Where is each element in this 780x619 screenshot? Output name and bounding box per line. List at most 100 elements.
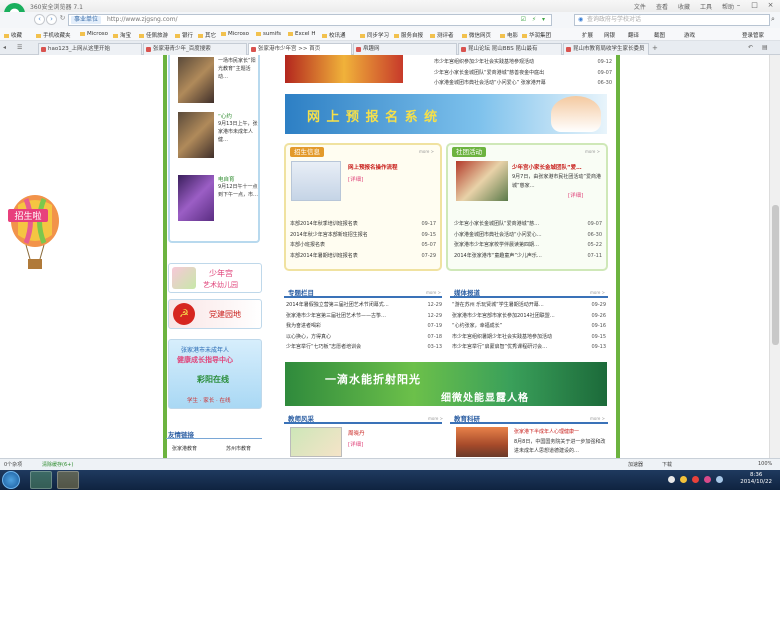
address-bar[interactable]: 事业单位 http://www.zjgsng.com/ ☑ ⚡ ▾ (68, 14, 552, 26)
list-item[interactable]: 我为奋进者喝彩 07-19 (286, 321, 442, 332)
status-download[interactable]: 下载 (662, 461, 672, 468)
list-item-title[interactable]: “心约张家，幸福成长” (452, 321, 502, 332)
status-clear-cache[interactable]: 清除缓存(6+) (42, 461, 73, 468)
recruit-feature-link[interactable]: [详细] (348, 175, 363, 183)
clubs-more-link[interactable]: more > (585, 149, 600, 154)
tray-security-icon[interactable] (692, 476, 699, 483)
list-item-title[interactable]: 本部2014年暑期培训班报名表 (290, 251, 358, 262)
list-item-title[interactable]: 张家港市少年宫部市家长参加2014社团联盟… (452, 311, 555, 322)
forward-icon[interactable]: › (46, 14, 57, 25)
bookmark-item[interactable]: sumifs (256, 31, 281, 37)
news-item[interactable]: 一场市民家长”阳光教育”主题活动… (176, 55, 260, 109)
news-photo[interactable] (178, 112, 214, 158)
list-item[interactable]: 本部小班报名表 05-07 (290, 240, 436, 251)
maximize-icon[interactable]: □ (748, 0, 761, 10)
toolbar-screenshot[interactable]: 截图 (654, 31, 665, 39)
tab-list-icon[interactable]: ☰ (17, 44, 22, 51)
kindergarten-link[interactable]: 少年宫 艺术幼儿园 (168, 263, 262, 293)
list-item-title[interactable]: 2014年张家港市“童趣童声”少儿声乐… (454, 251, 542, 262)
friend-link[interactable]: 张家港教育 (172, 445, 197, 452)
tray-volume-icon[interactable] (716, 476, 723, 483)
list-item-title[interactable]: 小家港金城团市典社会活动“小问爱心” 张家港开幕 (434, 78, 546, 89)
clubs-feature-image[interactable] (456, 161, 508, 201)
bookmark-item[interactable]: 华润集团 (522, 31, 551, 39)
list-item-title[interactable]: 以心换心，方得真心 (286, 332, 331, 343)
list-item-title[interactable]: 2014年秋少年宫本部新班招生报名 (290, 230, 368, 241)
bookmark-item[interactable]: 微信网页 (462, 31, 491, 39)
vertical-scrollbar[interactable] (769, 55, 780, 458)
news-item[interactable]: 电自育 9月12日午十一点到下午一点，市… (176, 173, 260, 227)
bookmark-item[interactable]: 淘宝 (113, 31, 131, 39)
bookmark-item[interactable]: 收藏 (4, 31, 22, 39)
search-icon[interactable]: ⌕ (771, 15, 775, 24)
minimize-icon[interactable]: – (732, 0, 745, 10)
list-item[interactable]: 少年宫举行“七巧板”志愿者培训会 03-13 (286, 342, 442, 353)
research-headline[interactable]: 张家港下半成年人心理健康一 (514, 428, 579, 435)
news-photo[interactable] (178, 57, 214, 103)
close-icon[interactable]: × (764, 0, 777, 10)
menu-favorites[interactable]: 收藏 (678, 2, 690, 11)
list-item[interactable]: 少年宫小家长金城团队“爱商港城”慈… 09-07 (454, 219, 602, 230)
bookmark-item[interactable]: 电影 (500, 31, 518, 39)
list-item-title[interactable]: 市少年宫举行“启蒙启智”优秀课程研讨会… (452, 342, 547, 353)
tab-baidu-search[interactable]: 张家港青少年_百度搜索 (143, 43, 247, 55)
list-item[interactable]: “游在苏州 乐玩贤城”学生暑期活动开幕… 09-29 (452, 300, 606, 311)
list-item-title[interactable]: 少年宫小家长金城团队“爱商港城”慈善夜金中庭出 (434, 68, 544, 79)
media-more-link[interactable]: more > (590, 290, 605, 295)
list-item[interactable]: 少年宫小家长金城团队“爱商港城”慈善夜金中庭出 09-07 (434, 68, 612, 79)
tab-boqu[interactable]: 帛趣网 (353, 43, 457, 55)
list-item-title[interactable]: “游在苏州 乐玩贤城”学生暑期活动开幕… (452, 300, 544, 311)
tab-hao123[interactable]: hao123_上网从这里开始 (38, 43, 142, 55)
bookmark-item[interactable]: 其它 (198, 31, 216, 39)
water-slogan-banner[interactable]: 一滴水能折射阳光 细微处能显露人格 (285, 362, 607, 406)
toolbar-netbank[interactable]: 网银 (604, 31, 615, 39)
menu-view[interactable]: 查看 (656, 2, 668, 11)
clubs-feature-link[interactable]: [详细] (568, 191, 583, 199)
list-item[interactable]: 张家港市少年宫部市家长参加2014社团联盟… 09-26 (452, 311, 606, 322)
tab-menu-icon[interactable]: ▤ (762, 44, 768, 51)
scrollbar-thumb[interactable] (772, 205, 779, 345)
research-more-link[interactable]: more > (590, 416, 605, 421)
bookmark-item[interactable]: 同步学习 (360, 31, 389, 39)
menu-file[interactable]: 文件 (634, 2, 646, 11)
url-text[interactable]: http://www.zjgsng.com/ (107, 15, 178, 25)
status-items[interactable]: 0个杂项 (4, 461, 22, 468)
news-item[interactable]: “心约 9月13日上午，张家港市未成年人健… (176, 110, 260, 164)
status-accelerator[interactable]: 加速器 (628, 461, 643, 468)
special-more-link[interactable]: more > (426, 290, 441, 295)
performance-photo[interactable] (285, 55, 403, 83)
taskbar-clock[interactable]: 8:36 2014/10/22 (740, 472, 772, 486)
recruit-more-link[interactable]: more > (419, 149, 434, 154)
tray-app-icon[interactable] (680, 476, 687, 483)
bookmark-item[interactable]: 佳佩旅游 (139, 31, 168, 39)
list-item[interactable]: 2014年暑假独立营第三届社团艺术节闭幕式… 12-29 (286, 300, 442, 311)
taskbar-folder-icon[interactable] (57, 471, 79, 489)
bookmark-item[interactable]: 服务自报 (394, 31, 423, 39)
refresh-icon[interactable]: ↻ (57, 14, 68, 25)
list-item[interactable]: 市少年宫组织参加少年社会实践基地参观活动 09-12 (434, 57, 612, 68)
news-title[interactable]: 电自育 (218, 175, 235, 183)
news-title[interactable]: “心约 (218, 112, 232, 120)
research-photo[interactable] (456, 427, 508, 457)
list-item-title[interactable]: 2014年暑假独立营第三届社团艺术节闭幕式… (286, 300, 389, 311)
party-link[interactable]: ☭ 党建园地 (168, 299, 262, 329)
address-tools-icon[interactable]: ☑ ⚡ ▾ (521, 15, 547, 25)
tab-kunshan-forum[interactable]: 昆山论坛 昆山BBS 昆山最有 (458, 43, 562, 55)
tray-keyboard-icon[interactable] (668, 476, 675, 483)
list-item[interactable]: 张家港市少年宫家校学伴晨读第四期… 05-22 (454, 240, 602, 251)
start-button[interactable] (2, 471, 20, 489)
list-item[interactable]: 小家港金城团市典社会活动“小问爱心… 06-30 (454, 230, 602, 241)
bookmark-item[interactable]: Microso (221, 31, 249, 37)
recruit-feature-image[interactable] (291, 161, 341, 201)
list-item-title[interactable]: 本部2014年秋季培训班报名表 (290, 219, 358, 230)
search-box[interactable]: ◉ 查询政府与学校对话 (574, 14, 770, 26)
list-item[interactable]: 2014年张家港市“童趣童声”少儿声乐… 07-11 (454, 251, 602, 262)
list-item-title[interactable]: 少年宫小家长金城团队“爱商港城”慈… (454, 219, 539, 230)
list-item[interactable]: 本部2014年暑期培训班报名表 07-29 (290, 251, 436, 262)
list-item-title[interactable]: 市少年宫组织参加少年社会实践基地参观活动 (434, 57, 534, 68)
bookmark-item[interactable]: 校讯通 (322, 31, 346, 39)
search-engine-icon[interactable]: ◉ (578, 15, 583, 25)
list-item-title[interactable]: 本部小班报名表 (290, 240, 325, 251)
toolbar-extensions[interactable]: 扩展 (582, 31, 593, 39)
balloon-floating-ad[interactable]: 招生啦 (8, 195, 62, 271)
